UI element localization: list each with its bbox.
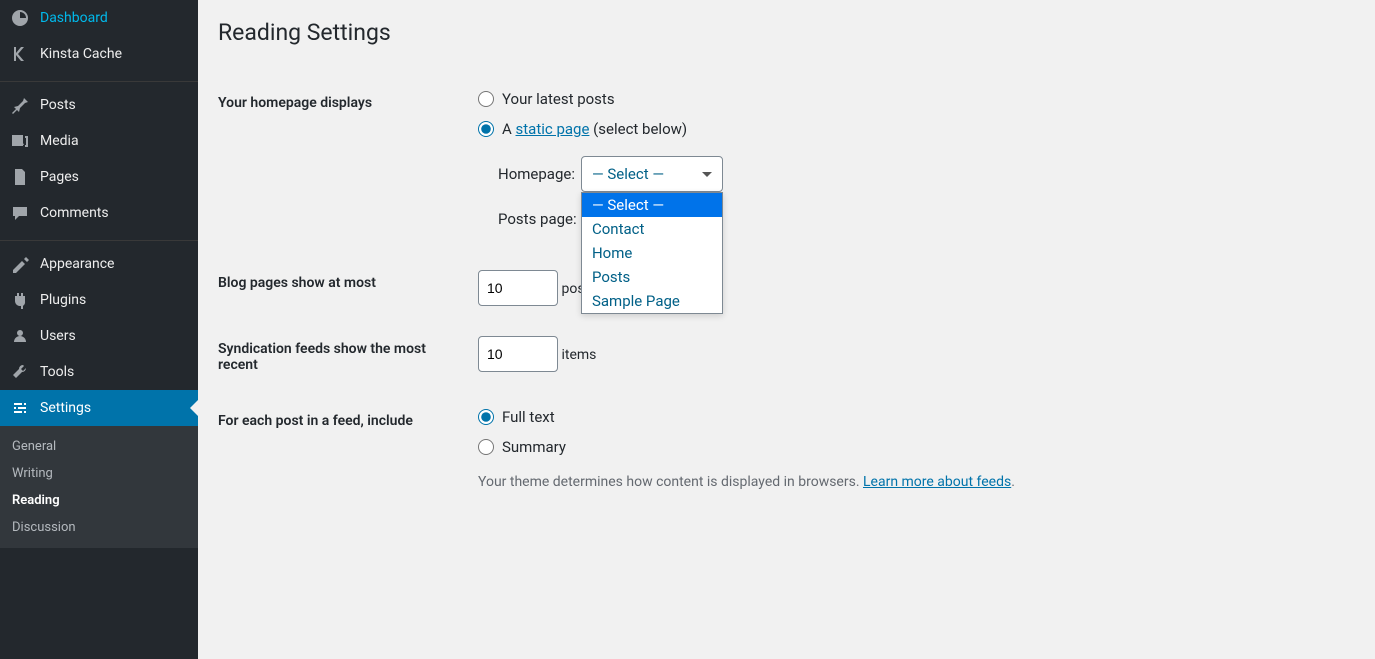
radio-latest-posts[interactable]	[478, 91, 494, 107]
dropdown-option-sample-page[interactable]: Sample Page	[582, 289, 722, 313]
settings-icon	[10, 398, 30, 418]
sidebar-separator	[0, 236, 198, 241]
sidebar-item-label: Posts	[40, 97, 76, 113]
dropdown-option-posts[interactable]: Posts	[582, 265, 722, 289]
settings-submenu: General Writing Reading Discussion	[0, 426, 198, 548]
page-title: Reading Settings	[218, 10, 1355, 50]
plugins-icon	[10, 290, 30, 310]
submenu-item-writing[interactable]: Writing	[0, 460, 198, 487]
sidebar-item-label: Media	[40, 133, 79, 149]
sidebar-item-appearance[interactable]: Appearance	[0, 246, 198, 282]
homepage-select[interactable]: — Select —	[581, 156, 723, 192]
sidebar-item-label: Appearance	[40, 256, 114, 272]
sidebar-item-label: Comments	[40, 205, 109, 221]
label-syndication: Syndication feeds show the most recent	[218, 321, 468, 393]
radio-static-page[interactable]	[478, 121, 494, 137]
submenu-item-general[interactable]: General	[0, 433, 198, 460]
sidebar-item-label: Users	[40, 328, 76, 344]
sidebar-item-settings[interactable]: Settings	[0, 390, 198, 426]
sidebar-item-label: Kinsta Cache	[40, 46, 122, 62]
sidebar-item-label: Tools	[40, 364, 74, 380]
pin-icon	[10, 95, 30, 115]
sidebar-item-tools[interactable]: Tools	[0, 354, 198, 390]
radio-static-page-label[interactable]: A static page (select below)	[502, 120, 687, 138]
submenu-item-reading[interactable]: Reading	[0, 487, 198, 514]
blog-pages-input[interactable]	[478, 270, 558, 306]
learn-more-feeds-link[interactable]: Learn more about feeds	[863, 474, 1011, 490]
radio-summary[interactable]	[478, 439, 494, 455]
comments-icon	[10, 203, 30, 223]
admin-sidebar: Dashboard Kinsta Cache Posts Media Pages…	[0, 0, 198, 659]
dropdown-option-contact[interactable]: Contact	[582, 217, 722, 241]
dropdown-option-home[interactable]: Home	[582, 241, 722, 265]
dropdown-option-select[interactable]: — Select —	[582, 193, 722, 217]
sidebar-separator	[0, 77, 198, 82]
dashboard-icon	[10, 8, 30, 28]
sidebar-item-label: Pages	[40, 169, 79, 185]
sidebar-item-users[interactable]: Users	[0, 318, 198, 354]
syndication-unit: items	[561, 347, 596, 363]
main-content: Reading Settings Your homepage displays …	[198, 0, 1375, 659]
radio-latest-posts-label[interactable]: Your latest posts	[502, 90, 615, 108]
sidebar-item-label: Dashboard	[40, 10, 108, 26]
radio-summary-label[interactable]: Summary	[502, 438, 566, 456]
sidebar-item-kinsta-cache[interactable]: Kinsta Cache	[0, 36, 198, 72]
sidebar-item-label: Plugins	[40, 292, 86, 308]
postspage-select-label: Posts page:	[498, 210, 577, 228]
label-feed-include: For each post in a feed, include	[218, 393, 468, 505]
feed-description: Your theme determines how content is dis…	[478, 474, 1345, 490]
sidebar-item-pages[interactable]: Pages	[0, 159, 198, 195]
sidebar-item-media[interactable]: Media	[0, 123, 198, 159]
sidebar-item-label: Settings	[40, 400, 91, 416]
homepage-select-dropdown: — Select — Contact Home Posts Sample Pag…	[581, 192, 723, 314]
radio-full-text-label[interactable]: Full text	[502, 408, 555, 426]
label-blog-pages: Blog pages show at most	[218, 255, 468, 321]
sidebar-item-comments[interactable]: Comments	[0, 195, 198, 231]
sidebar-item-dashboard[interactable]: Dashboard	[0, 0, 198, 36]
homepage-select-label: Homepage:	[498, 165, 575, 183]
users-icon	[10, 326, 30, 346]
kinsta-icon	[10, 44, 30, 64]
sidebar-item-plugins[interactable]: Plugins	[0, 282, 198, 318]
submenu-item-discussion[interactable]: Discussion	[0, 514, 198, 541]
pages-icon	[10, 167, 30, 187]
tools-icon	[10, 362, 30, 382]
static-page-link[interactable]: static page	[516, 120, 590, 138]
appearance-icon	[10, 254, 30, 274]
sidebar-item-posts[interactable]: Posts	[0, 87, 198, 123]
label-homepage-displays: Your homepage displays	[218, 75, 468, 255]
radio-full-text[interactable]	[478, 409, 494, 425]
syndication-input[interactable]	[478, 336, 558, 372]
media-icon	[10, 131, 30, 151]
